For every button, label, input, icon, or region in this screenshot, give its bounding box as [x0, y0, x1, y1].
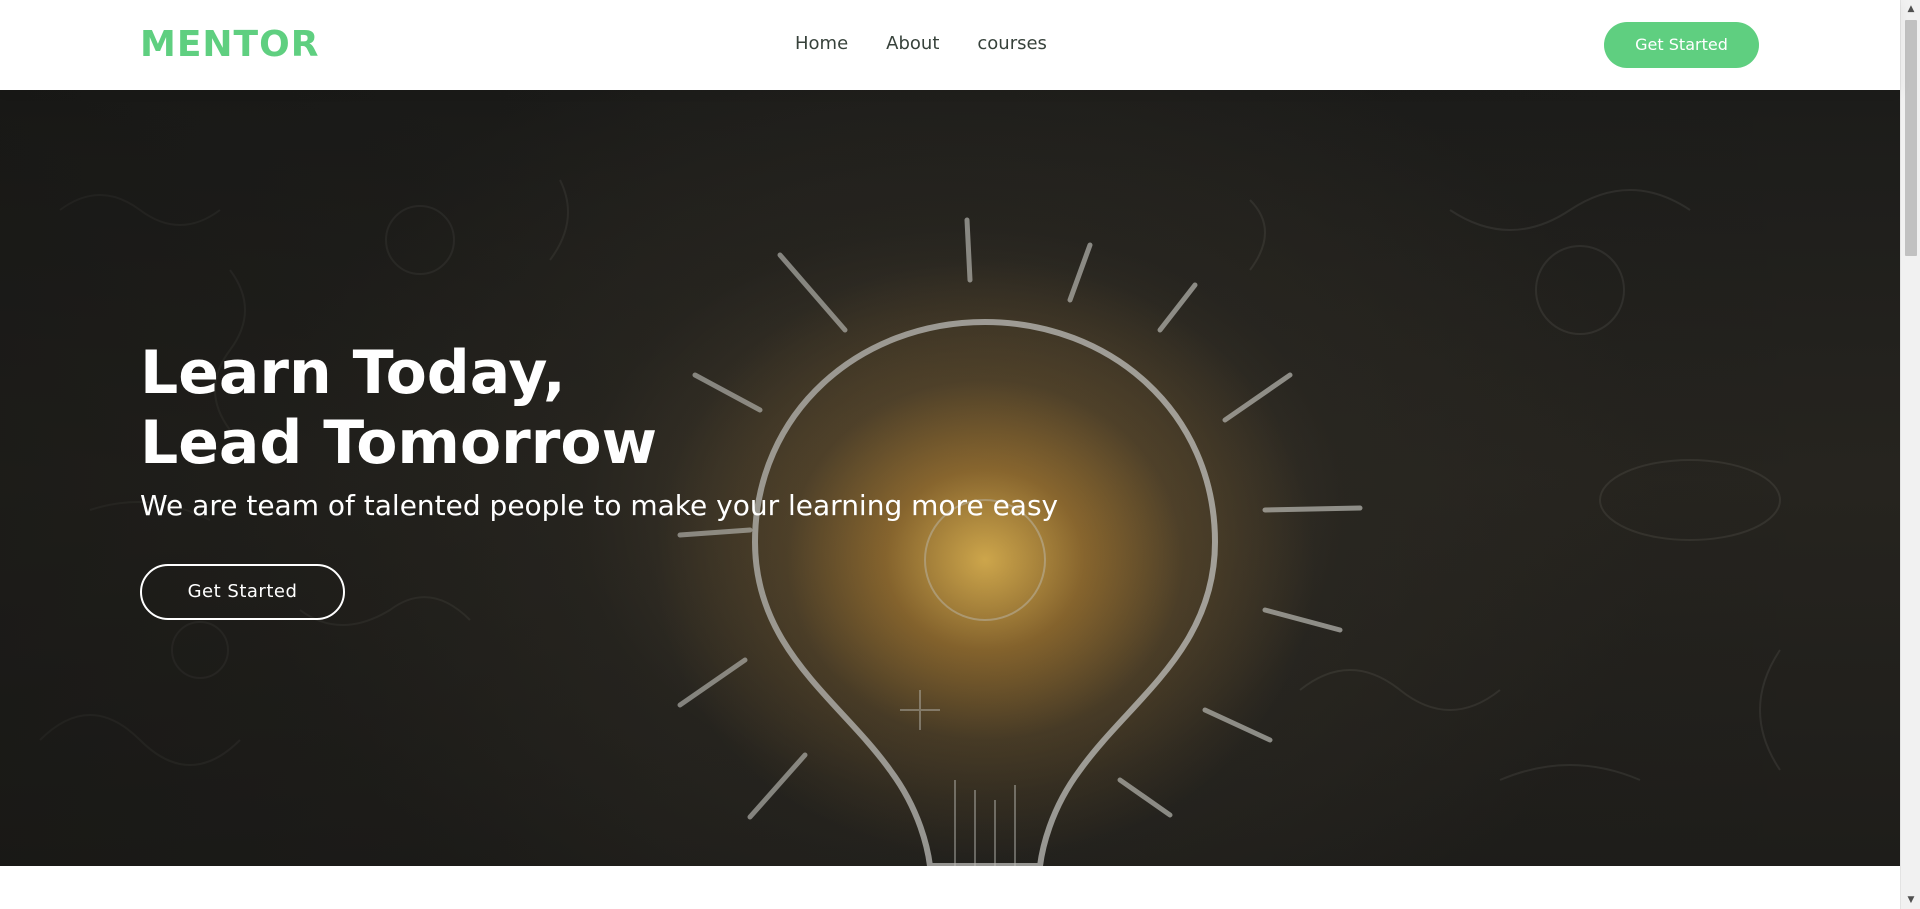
nav-link-home[interactable]: Home — [795, 30, 848, 58]
main-nav: Home About courses — [795, 30, 1085, 58]
page: MENTOR Home About courses Get Started Le… — [0, 0, 1900, 909]
page-scrollbar[interactable]: ▲ ▼ — [1900, 0, 1920, 909]
hero-subtitle: We are team of talented people to make y… — [140, 489, 1059, 522]
hero-section: Learn Today, Lead Tomorrow We are team o… — [0, 90, 1900, 866]
nav-link-about[interactable]: About — [886, 30, 939, 58]
scrollbar-thumb[interactable] — [1905, 20, 1917, 256]
chevron-down-icon[interactable]: ▼ — [1901, 891, 1920, 909]
header-get-started-button[interactable]: Get Started — [1604, 22, 1759, 68]
nav-link-courses[interactable]: courses — [977, 30, 1047, 58]
chevron-up-icon[interactable]: ▲ — [1901, 0, 1920, 18]
site-logo[interactable]: MENTOR — [140, 22, 319, 68]
hero-title: Learn Today, Lead Tomorrow — [140, 338, 657, 478]
hero-title-line-1: Learn Today, — [140, 338, 566, 408]
hero-title-line-2: Lead Tomorrow — [140, 408, 658, 478]
hero-get-started-button[interactable]: Get Started — [140, 564, 345, 620]
site-header: MENTOR Home About courses Get Started — [0, 0, 1900, 90]
hero-background-image — [0, 90, 1900, 866]
